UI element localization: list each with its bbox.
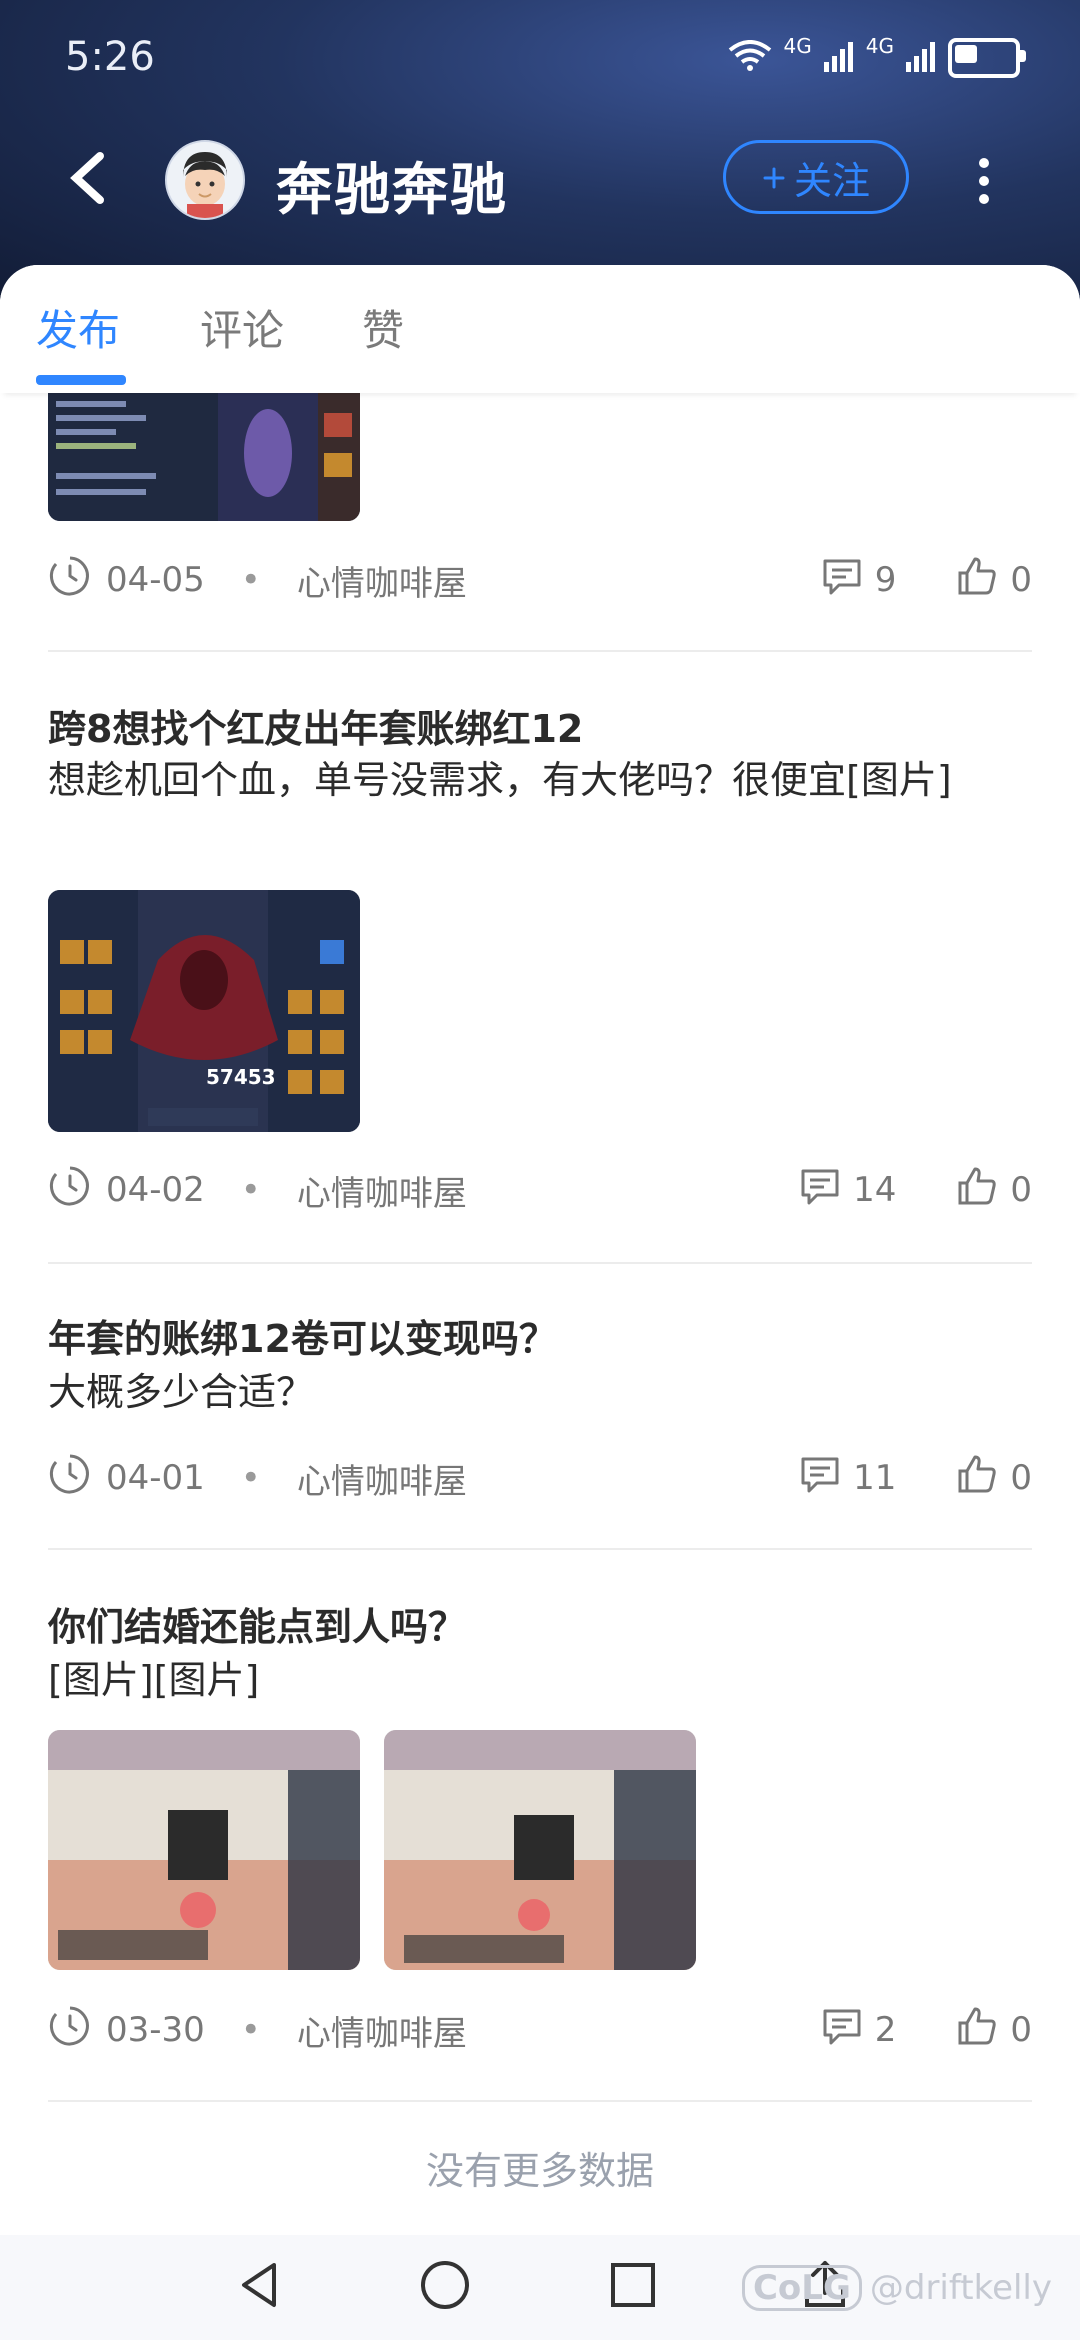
post-body[interactable]: 大概多少合适？ — [48, 1364, 1008, 1420]
post-date: 04-01 — [106, 1458, 205, 1498]
tab-comments[interactable]: 评论 — [200, 297, 284, 358]
more-dot-icon — [979, 194, 989, 204]
comment-count: 11 — [853, 1458, 897, 1498]
post-image[interactable] — [48, 393, 360, 521]
separator-dot: • — [240, 1170, 261, 1210]
comment-icon — [821, 555, 863, 606]
watermark-handle: @driftkelly — [869, 2268, 1052, 2308]
post-image[interactable] — [384, 1730, 696, 1970]
more-options-button[interactable] — [972, 150, 996, 210]
comment-count: 14 — [853, 1170, 897, 1210]
post-date: 03-30 — [106, 2010, 205, 2050]
signal-icon-2 — [906, 40, 936, 76]
comment-icon — [821, 2005, 863, 2056]
post-board[interactable]: 心情咖啡屋 — [297, 1454, 467, 1503]
follow-button[interactable]: 关注 — [723, 140, 909, 214]
post-title[interactable]: 跨8想找个红皮出年套账绑红12 — [48, 698, 583, 753]
clock-icon — [48, 1452, 92, 1505]
comment-count-button[interactable]: 11 — [799, 1453, 896, 1504]
post-meta: 03-30 • 心情咖啡屋 2 0 — [48, 2003, 1032, 2057]
thumbs-up-icon — [956, 1165, 998, 1216]
separator-dot: • — [240, 1458, 261, 1498]
post-image[interactable]: 57453 — [48, 890, 360, 1132]
nav-back-icon[interactable] — [230, 2255, 290, 2315]
like-button[interactable]: 0 — [956, 555, 1032, 606]
thumbs-up-icon — [956, 1453, 998, 1504]
comment-count: 9 — [874, 560, 897, 600]
network-label-1: 4G — [783, 34, 812, 58]
divider — [48, 2100, 1032, 2102]
profile-navbar: 奔驰奔驰 关注 — [0, 130, 1080, 230]
comment-count-button[interactable]: 14 — [799, 1165, 896, 1216]
divider — [48, 650, 1032, 652]
plus-icon — [762, 155, 786, 199]
divider — [48, 1548, 1032, 1550]
status-time: 5:26 — [65, 34, 155, 80]
network-label-2: 4G — [865, 34, 894, 58]
post-board[interactable]: 心情咖啡屋 — [297, 2006, 467, 2055]
comment-icon — [799, 1453, 841, 1504]
like-count: 0 — [1010, 1170, 1032, 1210]
comment-icon — [799, 1165, 841, 1216]
clock-icon — [48, 2004, 92, 2057]
nav-home-icon[interactable] — [415, 2255, 475, 2315]
post-image[interactable] — [48, 1730, 360, 1970]
like-button[interactable]: 0 — [956, 1453, 1032, 1504]
signal-icon — [823, 40, 854, 76]
post-board[interactable]: 心情咖啡屋 — [297, 1166, 467, 1215]
follow-label: 关注 — [793, 158, 870, 203]
post-meta: 04-05 • 心情咖啡屋 9 0 — [48, 553, 1032, 607]
comment-count-button[interactable]: 2 — [821, 2005, 897, 2056]
thumbs-up-icon — [956, 2005, 998, 2056]
tab-bar: 发布 评论 赞 — [0, 265, 1080, 393]
tab-likes[interactable]: 赞 — [362, 297, 404, 358]
nav-recents-icon[interactable] — [603, 2255, 663, 2315]
profile-name: 奔驰奔驰 — [276, 158, 508, 223]
tab-posts[interactable]: 发布 — [36, 297, 120, 358]
tab-active-indicator — [36, 375, 126, 385]
post-body[interactable]: 想趁机回个血，单号没需求，有大佬吗？很便宜[图片] — [48, 752, 1008, 808]
post-body[interactable]: [图片][图片] — [48, 1652, 1008, 1708]
post-meta: 04-02 • 心情咖啡屋 14 0 — [48, 1163, 1032, 1217]
thumbs-up-icon — [956, 555, 998, 606]
wifi-icon — [728, 40, 772, 76]
post-date: 04-02 — [106, 1170, 205, 1210]
no-more-data-label: 没有更多数据 — [425, 2149, 654, 2193]
post-title[interactable]: 你们结婚还能点到人吗？ — [48, 1596, 466, 1651]
comment-count: 2 — [874, 2010, 897, 2050]
clock-icon — [48, 554, 92, 607]
post-meta: 04-01 • 心情咖啡屋 11 0 — [48, 1451, 1032, 1505]
like-count: 0 — [1010, 1458, 1032, 1498]
more-dot-icon — [979, 158, 989, 168]
more-dot-icon — [979, 176, 989, 186]
separator-dot: • — [240, 560, 261, 600]
post-date: 04-05 — [106, 560, 205, 600]
watermark-logo: CoLG — [741, 2265, 862, 2311]
status-bar: 5:26 4G 4G — [0, 30, 1080, 90]
like-button[interactable]: 0 — [956, 1165, 1032, 1216]
back-button[interactable] — [62, 148, 122, 208]
chevron-left-icon — [70, 152, 104, 204]
separator-dot: • — [240, 2010, 261, 2050]
post-title[interactable]: 年套的账绑12卷可以变现吗？ — [48, 1308, 557, 1363]
comment-count-button[interactable]: 9 — [821, 555, 897, 606]
post-board[interactable]: 心情咖啡屋 — [297, 556, 467, 605]
like-count: 0 — [1010, 2010, 1032, 2050]
like-button[interactable]: 0 — [956, 2005, 1032, 2056]
post-image-caption: 57453 — [206, 1065, 276, 1089]
avatar[interactable] — [165, 140, 245, 220]
watermark: CoLG @driftkelly — [741, 2265, 1052, 2311]
clock-icon — [48, 1164, 92, 1217]
battery-icon — [948, 38, 1026, 78]
status-icons: 4G 4G — [728, 34, 1026, 78]
divider — [48, 1262, 1032, 1264]
like-count: 0 — [1010, 560, 1032, 600]
